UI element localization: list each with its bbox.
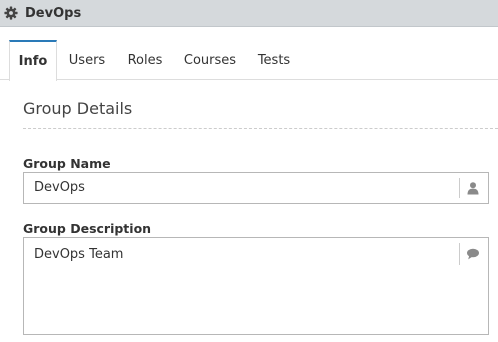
group-description-field[interactable]: DevOps Team [23,237,489,335]
title-bar: DevOps [0,0,498,27]
gear-icon [4,6,18,20]
tab-info[interactable]: Info [9,40,57,81]
group-description-value: DevOps Team [34,247,124,262]
tab-users[interactable]: Users [62,40,112,80]
group-name-label: Group Name [23,156,111,171]
tab-tests[interactable]: Tests [252,40,296,80]
group-name-value: DevOps [34,180,85,195]
group-name-field[interactable]: DevOps [23,172,489,204]
tab-courses[interactable]: Courses [178,40,242,80]
tab-bar: Info Users Roles Courses Tests [0,40,498,81]
textarea-addon-divider [459,243,460,265]
group-description-label: Group Description [23,221,152,236]
input-addon-divider [459,178,460,198]
section-title: Group Details [23,99,133,118]
comment-icon [467,248,479,260]
section-divider [23,128,498,129]
tab-roles[interactable]: Roles [122,40,168,80]
group-title: DevOps [25,5,82,21]
user-icon [467,182,479,195]
